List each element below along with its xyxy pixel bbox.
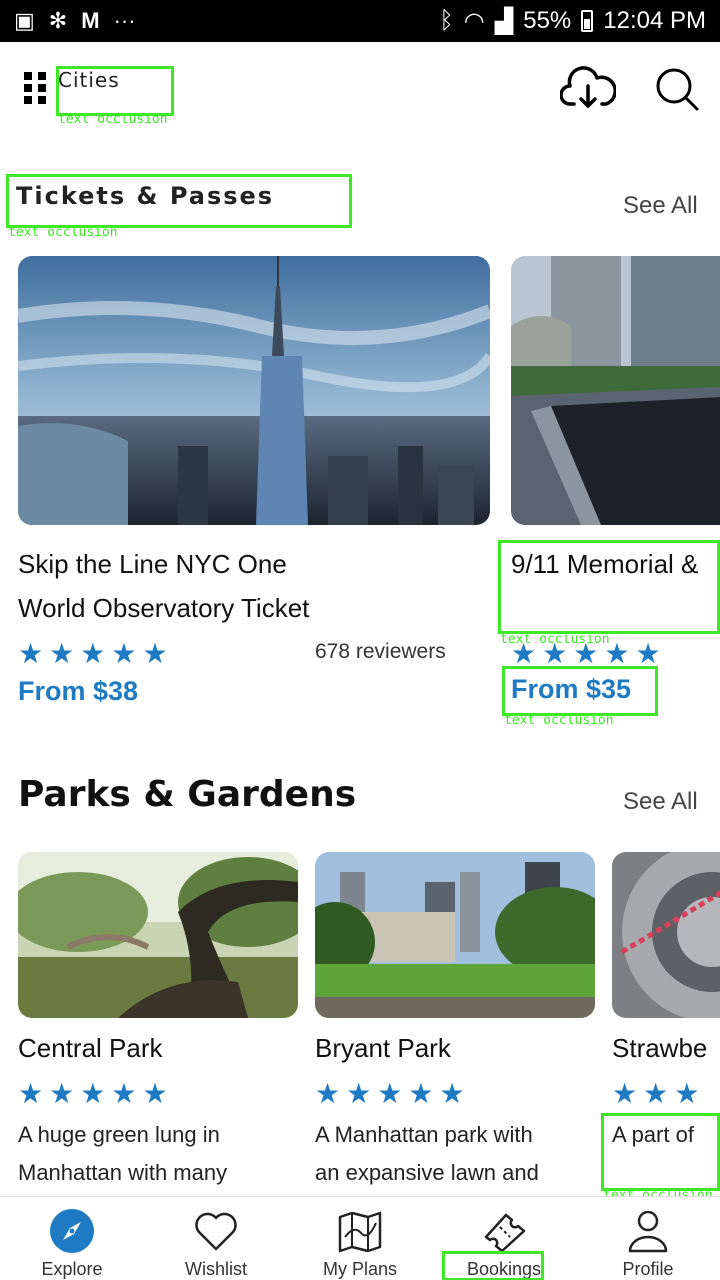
gallery-icon: ▣ — [14, 8, 35, 33]
star-icon: ★ — [315, 1077, 341, 1110]
memorial-photo — [511, 256, 720, 525]
ticket-2-price-occlusion-label: text occlusion — [504, 713, 614, 728]
ticket-1-title-line1[interactable]: Skip the Line NYC One — [18, 542, 287, 586]
map-icon — [338, 1211, 382, 1253]
star-icon: ★ — [18, 637, 44, 670]
star-icon: ★ — [111, 637, 137, 670]
nav-my-plans-label: My Plans — [322, 1259, 398, 1279]
star-icon: ★ — [612, 1080, 638, 1108]
star-icon: ★ — [111, 1077, 137, 1110]
star-icon: ★ — [635, 637, 661, 670]
fan-icon: ✻ — [48, 8, 68, 33]
park-1-title[interactable]: Central Park — [18, 1026, 163, 1070]
parks-see-all-link[interactable]: See All — [623, 788, 698, 816]
bryant-park-photo — [315, 852, 595, 1018]
user-icon — [628, 1210, 668, 1253]
park-1-desc-line1: A huge green lung in — [18, 1122, 220, 1147]
ticket-2-rating: ★ ★ ★ ★ ★ — [511, 640, 661, 668]
status-bar: ▣ ✻ M ··· ᛒ ◠ ▟ 55% 12:04 PM — [0, 0, 720, 42]
park-2-rating: ★ ★ ★ ★ ★ — [315, 1080, 465, 1108]
star-icon: ★ — [674, 1080, 700, 1108]
bottom-nav: Explore Wishlist My Plans Bookings Profi… — [0, 1196, 720, 1280]
central-park-image[interactable] — [18, 852, 298, 1018]
star-icon: ★ — [80, 1077, 106, 1110]
nav-explore[interactable]: Explore — [0, 1197, 144, 1280]
nav-wishlist-label: Wishlist — [185, 1259, 247, 1279]
battery-percent: 55% — [523, 7, 572, 34]
wifi-icon: ◠ — [463, 7, 485, 35]
star-icon: ★ — [80, 637, 106, 670]
battery-icon — [581, 10, 594, 32]
star-icon: ★ — [346, 1077, 372, 1110]
parks-section-title: Parks & Gardens — [18, 774, 357, 815]
ticket-icon — [484, 1213, 526, 1253]
star-icon: ★ — [49, 637, 75, 670]
nav-my-plans[interactable]: My Plans — [288, 1197, 432, 1280]
tickets-title-occlusion-label: text occlusion — [8, 225, 118, 240]
ticket-1-price: From $38 — [18, 676, 139, 706]
star-icon: ★ — [439, 1077, 465, 1110]
nav-explore-label: Explore — [41, 1259, 103, 1279]
park-1-desc-line2: Manhattan with many — [18, 1160, 228, 1185]
status-system: ᛒ ◠ ▟ 55% 12:04 PM — [439, 7, 706, 36]
star-icon: ★ — [18, 1077, 44, 1110]
heart-icon — [195, 1212, 237, 1251]
nav-profile[interactable]: Profile — [576, 1197, 720, 1280]
star-icon: ★ — [49, 1077, 75, 1110]
search-icon[interactable] — [654, 66, 700, 112]
park-2-title[interactable]: Bryant Park — [315, 1026, 451, 1070]
park-2-desc-line2: an expansive lawn and — [315, 1160, 539, 1185]
app-header: Cities text occlusion — [0, 42, 720, 142]
ticket-1-reviewers: 678 reviewers — [315, 640, 446, 663]
cloud-download-icon[interactable] — [560, 66, 616, 114]
park-3-title[interactable]: Strawbe — [612, 1026, 720, 1070]
star-icon: ★ — [377, 1077, 403, 1110]
ticket-1-title-line2[interactable]: World Observatory Ticket — [18, 586, 309, 630]
signal-icon: ▟ — [494, 7, 514, 35]
ticket-2-price-occlusion-box — [502, 666, 658, 716]
more-icon: ··· — [113, 8, 136, 33]
title-occlusion-label: text occlusion — [58, 112, 168, 127]
observatory-photo — [18, 256, 490, 525]
star-icon: ★ — [643, 1080, 669, 1108]
bluetooth-icon: ᛒ — [439, 7, 454, 34]
observatory-image[interactable] — [18, 256, 490, 525]
tickets-see-all-link[interactable]: See All — [623, 192, 698, 220]
menu-grid-icon[interactable] — [24, 72, 50, 106]
memorial-image[interactable] — [511, 256, 720, 525]
ticket-1-rating: ★ ★ ★ ★ ★ — [18, 640, 168, 668]
strawberry-fields-photo — [612, 852, 720, 1018]
star-icon: ★ — [142, 637, 168, 670]
title-occlusion-box — [56, 66, 174, 116]
park-2-desc-line1: A Manhattan park with — [315, 1122, 533, 1147]
park-3-desc-occlusion-box — [601, 1113, 720, 1191]
compass-icon — [50, 1209, 94, 1253]
park-3-rating: ★ ★ ★ — [612, 1080, 720, 1108]
bookings-occlusion-box — [442, 1251, 544, 1280]
tickets-title-occlusion-box — [6, 174, 352, 228]
strawberry-fields-image[interactable] — [612, 852, 720, 1018]
nav-wishlist[interactable]: Wishlist — [144, 1197, 288, 1280]
ticket-2-title-occlusion-box — [498, 540, 720, 634]
nav-profile-label: Profile — [622, 1259, 674, 1279]
nav-bookings[interactable]: Bookings — [432, 1197, 576, 1280]
central-park-photo — [18, 852, 298, 1018]
mail-icon: M — [81, 8, 100, 33]
bryant-park-image[interactable] — [315, 852, 595, 1018]
star-icon: ★ — [511, 637, 537, 670]
star-icon: ★ — [573, 637, 599, 670]
status-notifications: ▣ ✻ M ··· — [14, 8, 136, 34]
clock: 12:04 PM — [603, 7, 706, 34]
star-icon: ★ — [142, 1077, 168, 1110]
star-icon: ★ — [604, 637, 630, 670]
star-icon: ★ — [408, 1077, 434, 1110]
star-icon: ★ — [542, 637, 568, 670]
park-1-rating: ★ ★ ★ ★ ★ — [18, 1080, 168, 1108]
